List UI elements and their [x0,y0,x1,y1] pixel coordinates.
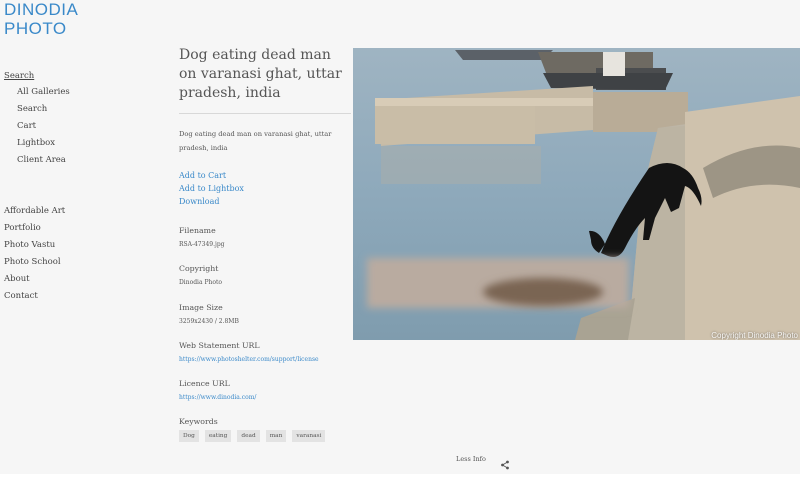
nav-item-client-area[interactable]: Client Area [17,152,70,169]
keywords-label: Keywords [179,417,218,426]
meta-filename: Filename RSA-47349.jpg [179,225,354,251]
image-title: Dog eating dead man on varanasi ghat, ut… [179,47,342,101]
nav-item-lightbox[interactable]: Lightbox [17,135,70,152]
meta-web-statement: Web Statement URL https://www.photoshelt… [179,340,354,366]
nav-item-search[interactable]: Search [17,101,70,118]
filename-label: Filename [179,226,216,235]
keyword-tag[interactable]: varanasi [292,430,326,442]
image-description: Dog eating dead man on varanasi ghat, ut… [179,130,332,152]
add-to-cart-link[interactable]: Add to Cart [179,169,244,182]
web-statement-link[interactable]: https://www.photoshelter.com/support/lic… [179,356,319,363]
page: DINODIA PHOTO Search All Galleries Searc… [0,0,800,474]
meta-image-size: Image Size 3259x2430 / 2.8MB [179,302,354,328]
licence-link[interactable]: https://www.dinodia.com/ [179,394,256,401]
add-to-lightbox-link[interactable]: Add to Lightbox [179,182,244,195]
meta-copyright: Copyright Dinodia Photo [179,263,354,289]
nav-item-contact[interactable]: Contact [4,288,65,305]
keyword-list: Dog eating dead man varanasi [179,430,326,442]
share-icon[interactable] [500,455,510,470]
nav-sub-list: All Galleries Search Cart Lightbox Clien… [17,84,70,169]
nav-item-affordable-art[interactable]: Affordable Art [4,203,65,220]
keyword-tag[interactable]: Dog [179,430,199,442]
download-link[interactable]: Download [179,195,244,208]
logo-line-2: PHOTO [4,19,67,38]
keyword-tag[interactable]: dead [237,430,260,442]
nav-search-link[interactable]: Search [4,71,70,81]
nav-main-list: Affordable Art Portfolio Photo Vastu Pho… [4,203,65,305]
nav-item-cart[interactable]: Cart [17,118,70,135]
nav-main-section: Affordable Art Portfolio Photo Vastu Pho… [4,203,65,305]
photo-copyright-overlay: Copyright Dinodia Photo [711,331,798,340]
licence-label: Licence URL [179,379,230,388]
main-photo[interactable]: Copyright Dinodia Photo [353,48,800,340]
keyword-tag[interactable]: man [265,430,287,442]
nav-item-portfolio[interactable]: Portfolio [4,220,65,237]
nav-search-section: Search All Galleries Search Cart Lightbo… [4,71,70,169]
site-logo[interactable]: DINODIA PHOTO [4,0,78,38]
image-actions: Add to Cart Add to Lightbox Download [179,169,244,208]
image-size-value: 3259x2430 / 2.8MB [179,318,239,325]
meta-keywords: Keywords [179,416,354,428]
filename-value: RSA-47349.jpg [179,241,225,248]
nav-item-all-galleries[interactable]: All Galleries [17,84,70,101]
nav-item-photo-school[interactable]: Photo School [4,254,65,271]
title-divider [179,113,351,114]
meta-licence: Licence URL https://www.dinodia.com/ [179,378,354,404]
page-bottom-strip [0,474,800,483]
web-statement-label: Web Statement URL [179,341,260,350]
photo-illustration [353,48,800,340]
copyright-value: Dinodia Photo [179,279,222,286]
nav-item-photo-vastu[interactable]: Photo Vastu [4,237,65,254]
image-size-label: Image Size [179,303,223,312]
copyright-label: Copyright [179,264,219,273]
nav-item-about[interactable]: About [4,271,65,288]
logo-line-1: DINODIA [4,0,79,19]
less-info-button[interactable]: Less Info [456,455,486,463]
keyword-tag[interactable]: eating [204,430,232,442]
